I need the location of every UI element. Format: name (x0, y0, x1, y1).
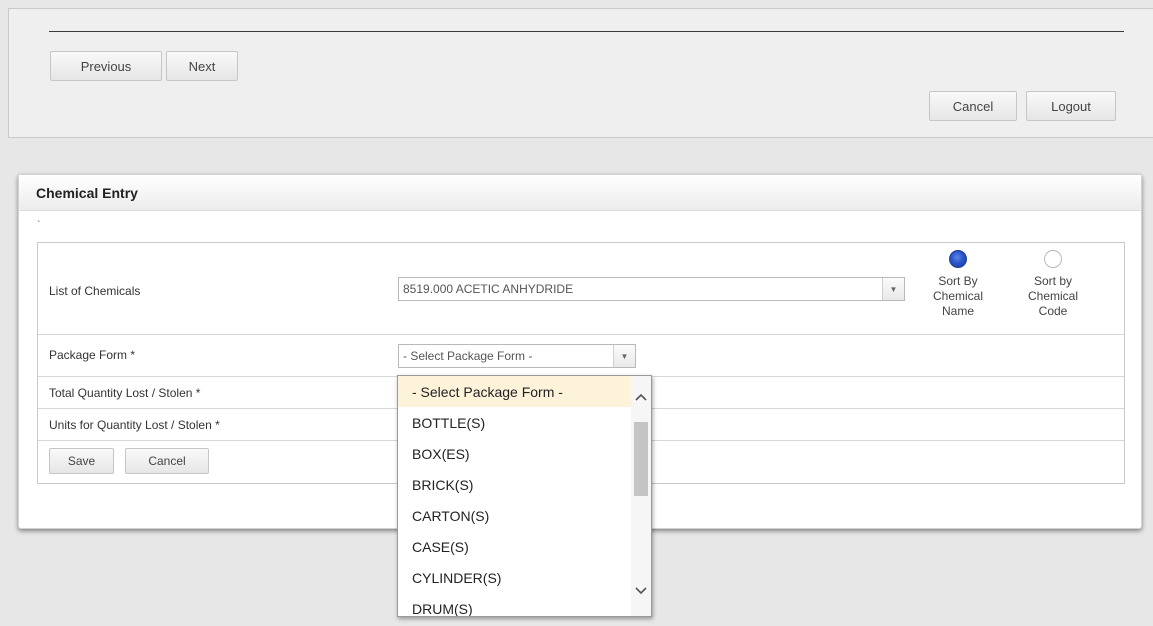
row-chemicals: List of Chemicals 8519.000 ACETIC ANHYDR… (38, 243, 1124, 335)
dropdown-option[interactable]: BRICK(S) (398, 469, 651, 500)
top-toolbar: Previous Next Cancel Logout (8, 8, 1153, 138)
top-cancel-button[interactable]: Cancel (929, 91, 1017, 121)
chemicals-label: List of Chemicals (49, 284, 141, 298)
quantity-label: Total Quantity Lost / Stolen * (49, 386, 201, 400)
sort-by-name-option[interactable]: Sort By Chemical Name (923, 250, 993, 319)
package-value: - Select Package Form - (403, 349, 533, 363)
units-label: Units for Quantity Lost / Stolen * (49, 418, 220, 432)
radio-sort-code[interactable] (1044, 250, 1062, 268)
dropdown-option[interactable]: - Select Package Form - (398, 376, 651, 407)
chevron-down-icon[interactable]: ▼ (613, 345, 635, 367)
divider (49, 31, 1124, 32)
dropdown-option[interactable]: CASE(S) (398, 531, 651, 562)
sort-code-label: Sort by Chemical Code (1027, 274, 1078, 318)
dropdown-scrollbar[interactable] (631, 376, 651, 616)
dropdown-option[interactable]: BOX(ES) (398, 438, 651, 469)
dropdown-options: - Select Package Form - BOTTLE(S) BOX(ES) B… (398, 376, 651, 617)
chevron-down-icon[interactable]: ▼ (882, 278, 904, 300)
dropdown-option[interactable]: BOTTLE(S) (398, 407, 651, 438)
chevron-up-icon[interactable] (631, 386, 651, 408)
dropdown-option[interactable]: CYLINDER(S) (398, 562, 651, 593)
panel-title: Chemical Entry (19, 175, 1141, 211)
chemicals-combobox[interactable]: 8519.000 ACETIC ANHYDRIDE ▼ (398, 277, 905, 301)
scrollbar-thumb[interactable] (634, 422, 648, 496)
row-package-form: Package Form * - Select Package Form - ▼ (38, 335, 1124, 377)
next-button[interactable]: Next (166, 51, 238, 81)
form-cancel-button[interactable]: Cancel (125, 448, 209, 474)
chevron-down-icon[interactable] (631, 580, 651, 602)
dropdown-option[interactable]: CARTON(S) (398, 500, 651, 531)
logout-button[interactable]: Logout (1026, 91, 1116, 121)
save-button[interactable]: Save (49, 448, 114, 474)
package-form-dropdown[interactable]: - Select Package Form - BOTTLE(S) BOX(ES) B… (397, 375, 652, 617)
sort-by-code-option[interactable]: Sort by Chemical Code (1018, 250, 1088, 319)
chemicals-value: 8519.000 ACETIC ANHYDRIDE (403, 282, 574, 296)
radio-sort-name[interactable] (949, 250, 967, 268)
stray-mark: ` (37, 220, 41, 231)
package-form-select[interactable]: - Select Package Form - ▼ (398, 344, 636, 368)
sort-name-label: Sort By Chemical Name (932, 274, 983, 318)
dropdown-option[interactable]: DRUM(S) (398, 593, 651, 617)
previous-button[interactable]: Previous (50, 51, 162, 81)
package-label: Package Form * (49, 348, 136, 362)
